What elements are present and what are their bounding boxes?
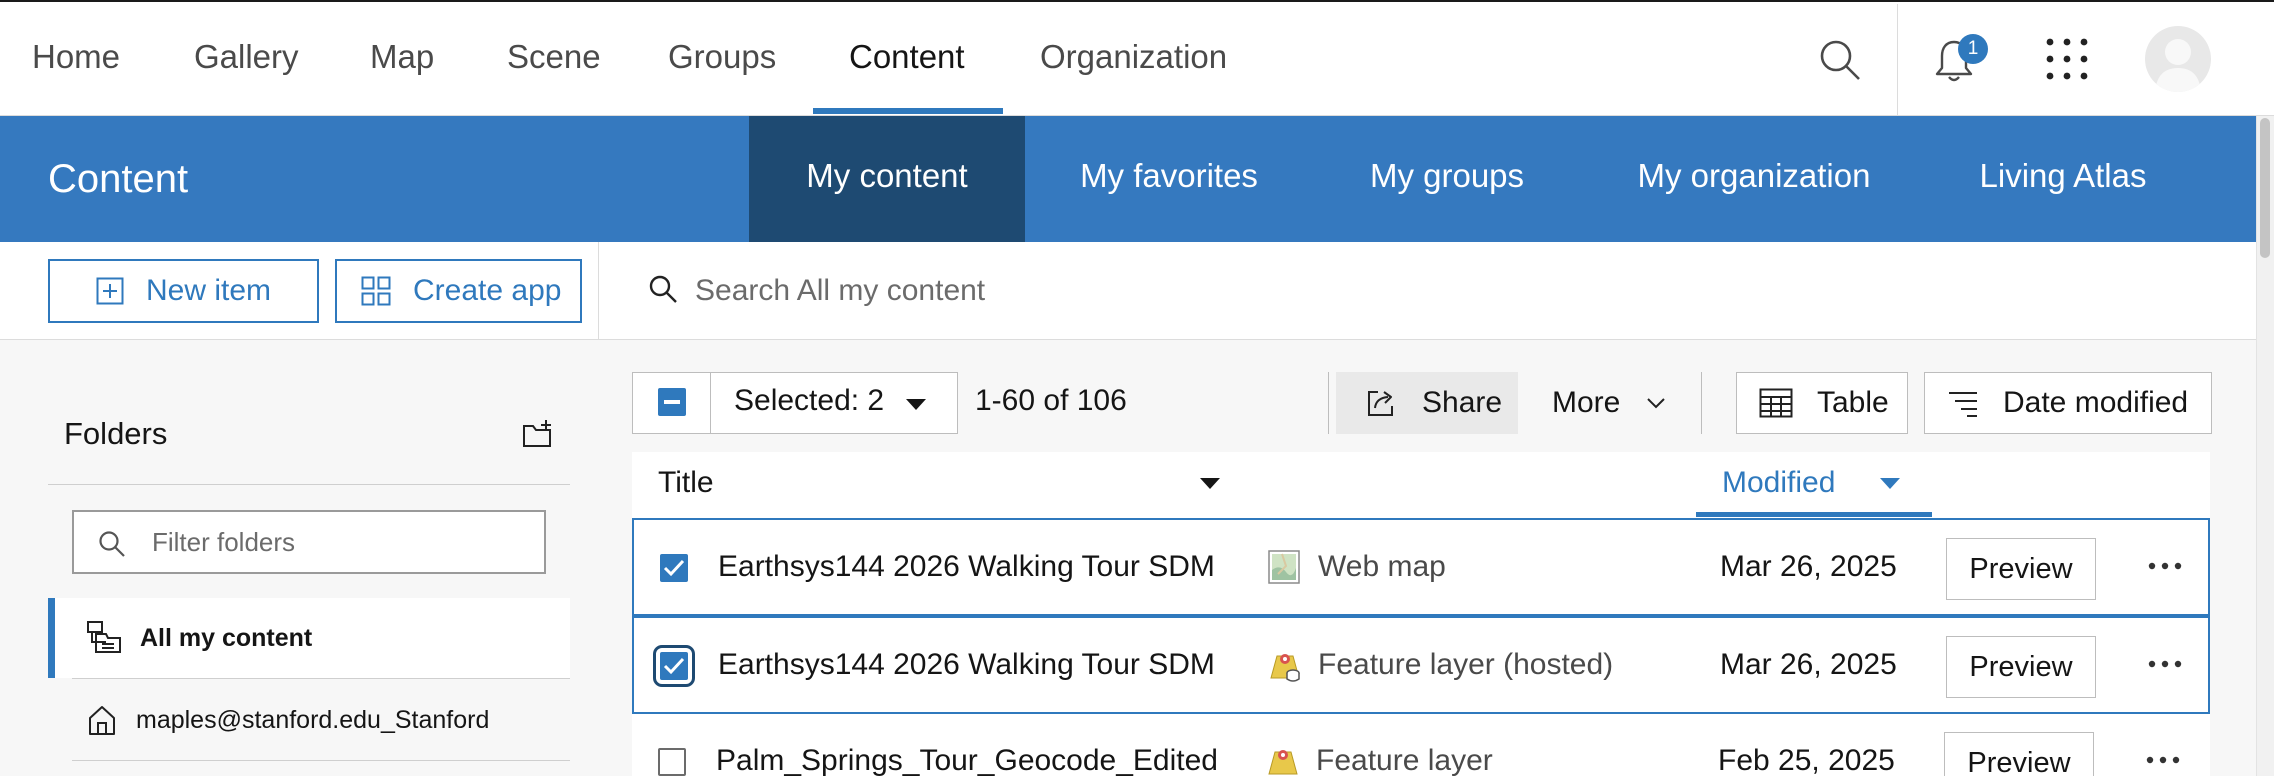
nav-gallery[interactable]: Gallery: [194, 2, 299, 116]
top-navigation-bar: Home Gallery Map Scene Groups Content Or…: [0, 0, 2274, 116]
content-action-bar: New item Create app: [0, 242, 2256, 340]
filter-folders-box: [72, 510, 546, 574]
row-checkbox[interactable]: [660, 554, 688, 582]
share-label: Share: [1422, 386, 1503, 419]
item-title[interactable]: Earthsys144 2026 Walking Tour SDM: [718, 648, 1215, 682]
new-item-button[interactable]: New item: [48, 259, 319, 323]
filter-folders-input[interactable]: [152, 520, 532, 564]
nav-map[interactable]: Map: [370, 2, 434, 116]
view-table-button[interactable]: Table: [1736, 372, 1908, 434]
web-map-icon: [1268, 550, 1300, 584]
more-label: More: [1552, 386, 1621, 419]
sort-button[interactable]: Date modified: [1924, 372, 2212, 434]
share-button[interactable]: Share: [1336, 372, 1518, 434]
column-header-title[interactable]: Title: [658, 452, 714, 518]
table-row[interactable]: Palm_Springs_Tour_Geocode_Edited Feature…: [632, 714, 2210, 776]
preview-button[interactable]: Preview: [1946, 636, 2096, 698]
table-icon: [1759, 388, 1793, 418]
folders-divider: [48, 484, 570, 485]
results-count: 1-60 of 106: [975, 384, 1127, 417]
folder-item-label: All my content: [140, 623, 313, 652]
folder-item-label: maples@stanford.edu_Stanford: [136, 705, 490, 734]
tab-my-groups[interactable]: My groups: [1350, 116, 1544, 242]
selected-count-label: Selected: 2: [734, 384, 885, 417]
search-icon: [99, 531, 125, 557]
app-launcher-grid-icon[interactable]: [2046, 38, 2088, 80]
scrollbar-thumb[interactable]: [2260, 118, 2270, 258]
preview-button[interactable]: Preview: [1944, 732, 2094, 776]
toolbar-divider: [1328, 372, 1329, 434]
more-options-icon[interactable]: [2148, 660, 2182, 668]
item-title[interactable]: Earthsys144 2026 Walking Tour SDM: [718, 550, 1215, 584]
new-folder-icon[interactable]: [522, 418, 554, 450]
create-app-label: Create app: [413, 274, 562, 307]
toolbar-divider: [1701, 372, 1702, 434]
chevron-down-icon[interactable]: [906, 399, 926, 410]
nav-scene[interactable]: Scene: [507, 2, 601, 116]
nav-active-indicator: [813, 108, 1003, 114]
nav-content[interactable]: Content: [849, 2, 965, 116]
selection-divider: [710, 372, 711, 434]
folder-divider: [72, 678, 570, 679]
item-type: Feature layer (hosted): [1318, 648, 1614, 681]
select-all-checkbox[interactable]: [658, 388, 686, 416]
row-checkbox[interactable]: [658, 748, 686, 776]
all-content-icon: [87, 621, 121, 653]
plus-square-icon: [96, 277, 124, 305]
folder-active-indicator: [48, 598, 55, 678]
chevron-down-icon: [1647, 398, 1666, 409]
feature-layer-icon: [1266, 744, 1300, 776]
topbar-divider: [1897, 4, 1898, 116]
item-title[interactable]: Palm_Springs_Tour_Geocode_Edited: [716, 744, 1218, 776]
app-grid-icon: [361, 276, 391, 306]
sort-label: Date modified: [2003, 386, 2189, 419]
tab-my-content[interactable]: My content: [749, 116, 1025, 242]
table-row[interactable]: Earthsys144 2026 Walking Tour SDM Featur…: [632, 616, 2210, 714]
check-icon: [663, 657, 685, 675]
search-icon[interactable]: [1818, 38, 1862, 82]
new-item-label: New item: [146, 274, 272, 307]
item-modified-date: Mar 26, 2025: [1720, 648, 1897, 681]
row-checkbox[interactable]: [653, 645, 695, 687]
folder-item-maples-stanford[interactable]: maples@stanford.edu_Stanford: [48, 680, 570, 760]
chevron-down-icon[interactable]: [1200, 478, 1220, 489]
more-actions-button[interactable]: More: [1532, 372, 1688, 434]
nav-groups[interactable]: Groups: [668, 2, 776, 116]
more-options-icon[interactable]: [2146, 756, 2180, 764]
item-type: Feature layer: [1316, 744, 1493, 776]
view-label: Table: [1817, 386, 1889, 419]
item-modified-date: Feb 25, 2025: [1718, 744, 1895, 776]
sort-lines-icon: [1949, 392, 1977, 417]
notification-count-badge: 1: [1958, 34, 1988, 64]
content-header: Content My content My favorites My group…: [0, 116, 2256, 242]
search-icon: [649, 275, 677, 303]
table-row[interactable]: Earthsys144 2026 Walking Tour SDM Web ma…: [632, 518, 2210, 616]
tab-my-favorites[interactable]: My favorites: [1058, 116, 1280, 242]
tab-living-atlas[interactable]: Living Atlas: [1970, 116, 2156, 242]
folders-heading: Folders: [64, 416, 168, 451]
check-icon: [663, 559, 685, 577]
item-modified-date: Mar 26, 2025: [1720, 550, 1897, 583]
share-icon: [1368, 391, 1393, 416]
home-icon: [89, 706, 115, 735]
sort-column-indicator: [1696, 512, 1932, 517]
more-options-icon[interactable]: [2148, 562, 2182, 570]
preview-button[interactable]: Preview: [1946, 538, 2096, 600]
sort-descending-icon[interactable]: [1880, 478, 1900, 489]
feature-layer-hosted-icon: [1268, 648, 1302, 682]
table-header: Title Modified: [632, 452, 2210, 518]
folder-item-all-my-content[interactable]: All my content: [48, 598, 570, 678]
user-avatar[interactable]: [2145, 26, 2211, 92]
nav-organization[interactable]: Organization: [1040, 2, 1227, 116]
folder-divider: [72, 760, 570, 761]
item-type: Web map: [1318, 550, 1446, 583]
content-search-input[interactable]: [685, 262, 2085, 320]
column-header-modified[interactable]: Modified: [1722, 452, 1835, 518]
tab-my-organization[interactable]: My organization: [1626, 116, 1882, 242]
nav-home[interactable]: Home: [32, 2, 120, 116]
actionbar-divider: [598, 242, 599, 340]
page-title: Content: [48, 157, 189, 201]
create-app-button[interactable]: Create app: [335, 259, 582, 323]
